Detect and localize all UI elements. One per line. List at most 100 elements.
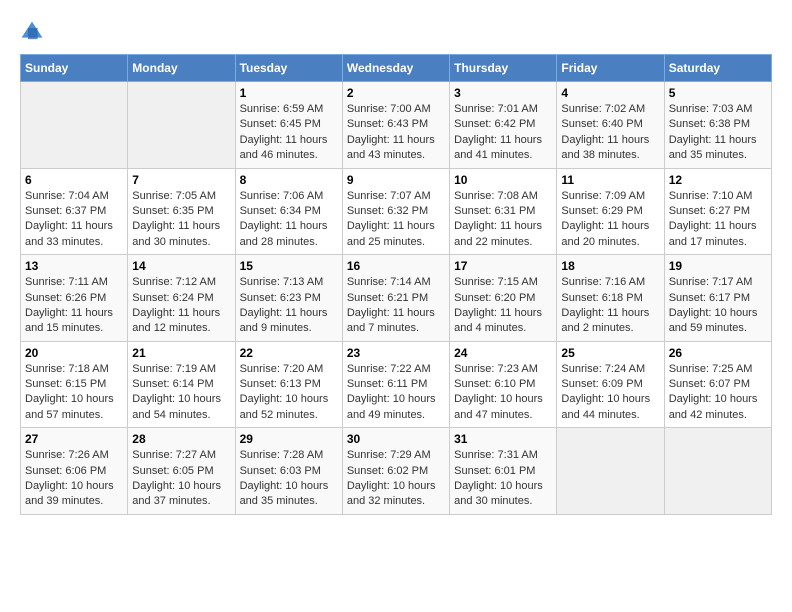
daylight: Daylight: 10 hours and 57 minutes. bbox=[25, 393, 114, 420]
daylight: Daylight: 11 hours and 41 minutes. bbox=[454, 134, 542, 161]
daylight: Daylight: 11 hours and 35 minutes. bbox=[669, 134, 757, 161]
day-cell bbox=[664, 428, 771, 515]
sunset: Sunset: 6:26 PM bbox=[25, 292, 106, 304]
week-row-3: 20 Sunrise: 7:18 AM Sunset: 6:15 PM Dayl… bbox=[21, 341, 772, 428]
daylight: Daylight: 10 hours and 59 minutes. bbox=[669, 307, 758, 334]
daylight: Daylight: 11 hours and 20 minutes. bbox=[561, 220, 649, 247]
sunrise: Sunrise: 7:27 AM bbox=[132, 449, 216, 461]
sunrise: Sunrise: 6:59 AM bbox=[240, 103, 324, 115]
daylight: Daylight: 11 hours and 46 minutes. bbox=[240, 134, 328, 161]
daylight: Daylight: 10 hours and 37 minutes. bbox=[132, 480, 221, 507]
week-row-2: 13 Sunrise: 7:11 AM Sunset: 6:26 PM Dayl… bbox=[21, 255, 772, 342]
day-cell: 12 Sunrise: 7:10 AM Sunset: 6:27 PM Dayl… bbox=[664, 168, 771, 255]
day-cell: 9 Sunrise: 7:07 AM Sunset: 6:32 PM Dayli… bbox=[342, 168, 449, 255]
day-cell bbox=[128, 82, 235, 169]
day-number: 3 bbox=[454, 86, 552, 100]
day-info: Sunrise: 7:25 AM Sunset: 6:07 PM Dayligh… bbox=[669, 362, 767, 424]
day-number: 21 bbox=[132, 346, 230, 360]
day-info: Sunrise: 7:31 AM Sunset: 6:01 PM Dayligh… bbox=[454, 448, 552, 510]
day-cell: 2 Sunrise: 7:00 AM Sunset: 6:43 PM Dayli… bbox=[342, 82, 449, 169]
sunset: Sunset: 6:32 PM bbox=[347, 205, 428, 217]
day-number: 10 bbox=[454, 173, 552, 187]
day-number: 23 bbox=[347, 346, 445, 360]
day-number: 2 bbox=[347, 86, 445, 100]
day-info: Sunrise: 7:12 AM Sunset: 6:24 PM Dayligh… bbox=[132, 275, 230, 337]
day-info: Sunrise: 7:26 AM Sunset: 6:06 PM Dayligh… bbox=[25, 448, 123, 510]
day-info: Sunrise: 7:13 AM Sunset: 6:23 PM Dayligh… bbox=[240, 275, 338, 337]
daylight: Daylight: 11 hours and 17 minutes. bbox=[669, 220, 757, 247]
day-number: 17 bbox=[454, 259, 552, 273]
sunset: Sunset: 6:29 PM bbox=[561, 205, 642, 217]
sunrise: Sunrise: 7:24 AM bbox=[561, 363, 645, 375]
day-number: 27 bbox=[25, 432, 123, 446]
day-cell: 3 Sunrise: 7:01 AM Sunset: 6:42 PM Dayli… bbox=[450, 82, 557, 169]
sunrise: Sunrise: 7:18 AM bbox=[25, 363, 109, 375]
sunrise: Sunrise: 7:31 AM bbox=[454, 449, 538, 461]
sunset: Sunset: 6:13 PM bbox=[240, 378, 321, 390]
day-cell: 6 Sunrise: 7:04 AM Sunset: 6:37 PM Dayli… bbox=[21, 168, 128, 255]
day-cell: 31 Sunrise: 7:31 AM Sunset: 6:01 PM Dayl… bbox=[450, 428, 557, 515]
daylight: Daylight: 11 hours and 30 minutes. bbox=[132, 220, 220, 247]
sunrise: Sunrise: 7:14 AM bbox=[347, 276, 431, 288]
sunrise: Sunrise: 7:12 AM bbox=[132, 276, 216, 288]
daylight: Daylight: 10 hours and 39 minutes. bbox=[25, 480, 114, 507]
day-info: Sunrise: 7:15 AM Sunset: 6:20 PM Dayligh… bbox=[454, 275, 552, 337]
day-info: Sunrise: 7:29 AM Sunset: 6:02 PM Dayligh… bbox=[347, 448, 445, 510]
day-cell: 7 Sunrise: 7:05 AM Sunset: 6:35 PM Dayli… bbox=[128, 168, 235, 255]
daylight: Daylight: 10 hours and 49 minutes. bbox=[347, 393, 436, 420]
sunset: Sunset: 6:02 PM bbox=[347, 465, 428, 477]
sunset: Sunset: 6:15 PM bbox=[25, 378, 106, 390]
sunrise: Sunrise: 7:11 AM bbox=[25, 276, 108, 288]
sunrise: Sunrise: 7:17 AM bbox=[669, 276, 753, 288]
day-number: 9 bbox=[347, 173, 445, 187]
sunrise: Sunrise: 7:06 AM bbox=[240, 190, 324, 202]
day-number: 5 bbox=[669, 86, 767, 100]
sunset: Sunset: 6:11 PM bbox=[347, 378, 428, 390]
day-number: 26 bbox=[669, 346, 767, 360]
day-cell: 22 Sunrise: 7:20 AM Sunset: 6:13 PM Dayl… bbox=[235, 341, 342, 428]
day-cell: 8 Sunrise: 7:06 AM Sunset: 6:34 PM Dayli… bbox=[235, 168, 342, 255]
day-info: Sunrise: 7:28 AM Sunset: 6:03 PM Dayligh… bbox=[240, 448, 338, 510]
week-row-1: 6 Sunrise: 7:04 AM Sunset: 6:37 PM Dayli… bbox=[21, 168, 772, 255]
day-cell: 28 Sunrise: 7:27 AM Sunset: 6:05 PM Dayl… bbox=[128, 428, 235, 515]
sunrise: Sunrise: 7:20 AM bbox=[240, 363, 324, 375]
daylight: Daylight: 10 hours and 35 minutes. bbox=[240, 480, 329, 507]
day-info: Sunrise: 7:17 AM Sunset: 6:17 PM Dayligh… bbox=[669, 275, 767, 337]
header-row: SundayMondayTuesdayWednesdayThursdayFrid… bbox=[21, 55, 772, 82]
day-cell: 23 Sunrise: 7:22 AM Sunset: 6:11 PM Dayl… bbox=[342, 341, 449, 428]
day-cell: 1 Sunrise: 6:59 AM Sunset: 6:45 PM Dayli… bbox=[235, 82, 342, 169]
daylight: Daylight: 11 hours and 38 minutes. bbox=[561, 134, 649, 161]
sunset: Sunset: 6:14 PM bbox=[132, 378, 213, 390]
sunset: Sunset: 6:21 PM bbox=[347, 292, 428, 304]
day-info: Sunrise: 7:03 AM Sunset: 6:38 PM Dayligh… bbox=[669, 102, 767, 164]
sunrise: Sunrise: 7:09 AM bbox=[561, 190, 645, 202]
page-header bbox=[20, 20, 772, 44]
day-number: 15 bbox=[240, 259, 338, 273]
daylight: Daylight: 10 hours and 42 minutes. bbox=[669, 393, 758, 420]
day-info: Sunrise: 7:20 AM Sunset: 6:13 PM Dayligh… bbox=[240, 362, 338, 424]
logo bbox=[20, 20, 48, 44]
sunset: Sunset: 6:03 PM bbox=[240, 465, 321, 477]
day-cell: 17 Sunrise: 7:15 AM Sunset: 6:20 PM Dayl… bbox=[450, 255, 557, 342]
sunset: Sunset: 6:35 PM bbox=[132, 205, 213, 217]
sunrise: Sunrise: 7:26 AM bbox=[25, 449, 109, 461]
daylight: Daylight: 11 hours and 28 minutes. bbox=[240, 220, 328, 247]
day-info: Sunrise: 7:05 AM Sunset: 6:35 PM Dayligh… bbox=[132, 189, 230, 251]
sunrise: Sunrise: 7:05 AM bbox=[132, 190, 216, 202]
day-info: Sunrise: 7:18 AM Sunset: 6:15 PM Dayligh… bbox=[25, 362, 123, 424]
sunset: Sunset: 6:43 PM bbox=[347, 118, 428, 130]
sunset: Sunset: 6:34 PM bbox=[240, 205, 321, 217]
day-number: 11 bbox=[561, 173, 659, 187]
daylight: Daylight: 10 hours and 54 minutes. bbox=[132, 393, 221, 420]
day-info: Sunrise: 7:23 AM Sunset: 6:10 PM Dayligh… bbox=[454, 362, 552, 424]
day-number: 25 bbox=[561, 346, 659, 360]
sunrise: Sunrise: 7:08 AM bbox=[454, 190, 538, 202]
day-cell: 5 Sunrise: 7:03 AM Sunset: 6:38 PM Dayli… bbox=[664, 82, 771, 169]
header-thursday: Thursday bbox=[450, 55, 557, 82]
daylight: Daylight: 11 hours and 4 minutes. bbox=[454, 307, 542, 334]
day-number: 19 bbox=[669, 259, 767, 273]
day-cell: 11 Sunrise: 7:09 AM Sunset: 6:29 PM Dayl… bbox=[557, 168, 664, 255]
day-cell: 25 Sunrise: 7:24 AM Sunset: 6:09 PM Dayl… bbox=[557, 341, 664, 428]
day-number: 28 bbox=[132, 432, 230, 446]
sunrise: Sunrise: 7:15 AM bbox=[454, 276, 538, 288]
